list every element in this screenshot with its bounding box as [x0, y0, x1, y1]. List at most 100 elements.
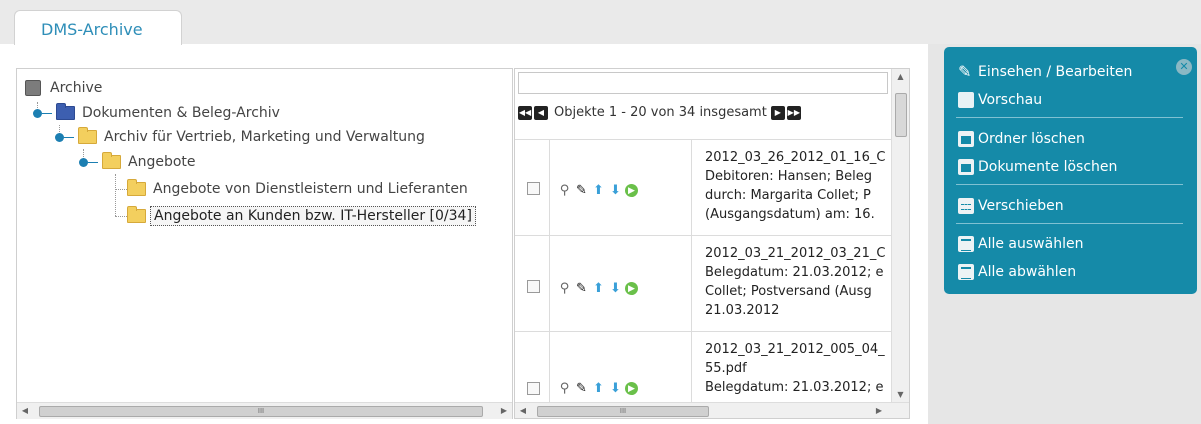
- description-line: 2012_03_26_2012_01_16_C: [705, 150, 886, 165]
- column-divider: [691, 332, 692, 404]
- collapse-toggle-icon[interactable]: [79, 157, 98, 167]
- table-row[interactable]: ⚲ ✎ ⬆ ⬇ ▶ 2012_03_26_2012_01_16_C Debitoren:…: [515, 139, 891, 236]
- edit-pen-icon[interactable]: ✎: [574, 281, 589, 296]
- tree-item-angebote-kunden[interactable]: Angebote an Kunden bzw. IT-Hersteller [0…: [117, 205, 476, 227]
- scroll-up-arrow-icon[interactable]: ▲: [892, 69, 909, 85]
- row-checkbox[interactable]: [527, 280, 540, 293]
- scroll-thumb[interactable]: [895, 93, 907, 137]
- tree-item-label: Angebote: [128, 154, 196, 170]
- move-button[interactable]: Verschieben: [958, 195, 1064, 217]
- arrow-down-icon[interactable]: ⬇: [608, 281, 623, 296]
- edit-pen-icon: ✎: [958, 62, 972, 81]
- arrow-up-icon[interactable]: ⬆: [591, 381, 606, 396]
- document-description: 2012_03_26_2012_01_16_C Debitoren: Hanse…: [705, 148, 888, 224]
- row-actions: ⚲ ✎ ⬆ ⬇ ▶: [557, 378, 640, 397]
- description-line: 2012_03_21_2012_03_21_C: [705, 246, 886, 261]
- action-label: Einsehen / Bearbeiten: [978, 64, 1133, 80]
- collapse-toggle-icon[interactable]: [33, 108, 52, 118]
- tab-dms-archive[interactable]: DMS-Archive: [14, 10, 182, 45]
- scroll-thumb[interactable]: III: [537, 406, 709, 417]
- tree-item-archiv-vertrieb[interactable]: Archiv für Vertrieb, Marketing und Verwa…: [55, 126, 428, 148]
- column-divider: [549, 332, 550, 404]
- scroll-left-arrow-icon[interactable]: ◀: [515, 403, 531, 418]
- preview-icon: [958, 92, 974, 108]
- description-line: durch: Margarita Collet; P: [705, 188, 871, 203]
- collapse-toggle-icon[interactable]: [55, 132, 74, 142]
- arrow-down-icon[interactable]: ⬇: [608, 183, 623, 198]
- tree-item-archive[interactable]: Archive: [25, 77, 105, 99]
- deselect-all-button[interactable]: Alle abwählen: [958, 261, 1076, 283]
- go-arrow-icon[interactable]: ▶: [625, 282, 638, 295]
- action-label: Vorschau: [978, 92, 1043, 108]
- list-icon: [958, 236, 974, 252]
- document-description: 2012_03_21_2012_03_21_C Belegdatum: 21.0…: [705, 244, 888, 320]
- description-line: (Ausgangsdatum) am: 16.: [705, 207, 875, 222]
- go-arrow-icon[interactable]: ▶: [625, 382, 638, 395]
- row-actions: ⚲ ✎ ⬆ ⬇ ▶: [557, 278, 640, 297]
- divider: [956, 223, 1183, 224]
- trash-icon: [958, 131, 974, 147]
- previous-page-icon[interactable]: ◀: [534, 106, 548, 120]
- tree-horizontal-scrollbar[interactable]: ◀ III ▶: [17, 402, 512, 419]
- description-line: Collet; Postversand (Ausg: [705, 284, 872, 299]
- tree-item-label: Angebote an Kunden bzw. IT-Hersteller [0…: [150, 206, 476, 226]
- search-icon[interactable]: ⚲: [557, 381, 572, 396]
- column-divider: [691, 236, 692, 332]
- folder-icon: [56, 103, 75, 120]
- action-label: Ordner löschen: [978, 131, 1085, 147]
- list-horizontal-scrollbar[interactable]: ◀ III ▶: [515, 402, 909, 418]
- pager-text: Objekte 1 - 20 von 34 insgesamt: [554, 105, 767, 120]
- row-actions: ⚲ ✎ ⬆ ⬇ ▶: [557, 180, 640, 199]
- search-icon[interactable]: ⚲: [557, 183, 572, 198]
- search-icon[interactable]: ⚲: [557, 281, 572, 296]
- tree-item-angebote-dienstleister[interactable]: Angebote von Dienstleistern und Lieferan…: [117, 178, 471, 200]
- arrow-up-icon[interactable]: ⬆: [591, 281, 606, 296]
- document-list-panel: ◀◀ ◀ Objekte 1 - 20 von 34 insgesamt ▶ ▶▶ ⚲ ✎…: [514, 68, 910, 419]
- row-checkbox[interactable]: [527, 182, 540, 195]
- row-checkbox[interactable]: [527, 382, 540, 395]
- tree-connector: [115, 174, 116, 216]
- delete-folder-button[interactable]: Ordner löschen: [958, 128, 1085, 150]
- scroll-right-arrow-icon[interactable]: ▶: [871, 403, 887, 418]
- list-vertical-scrollbar[interactable]: ▲ ▼: [891, 69, 909, 403]
- column-divider: [691, 140, 692, 236]
- tree-item-label: Archiv für Vertrieb, Marketing und Verwa…: [104, 129, 425, 145]
- arrow-down-icon[interactable]: ⬇: [608, 381, 623, 396]
- description-line: 55.pdf: [705, 361, 747, 376]
- description-line: Belegdatum: 21.03.2012; e: [705, 380, 884, 395]
- tree-item-angebote[interactable]: Angebote: [79, 151, 199, 173]
- tree-item-dokumenten-beleg-archiv[interactable]: Dokumenten & Beleg-Archiv: [33, 102, 283, 124]
- tree-item-label: Angebote von Dienstleistern und Lieferan…: [153, 181, 468, 197]
- scroll-right-arrow-icon[interactable]: ▶: [496, 403, 512, 419]
- description-line: Belegdatum: 21.03.2012; e: [705, 265, 884, 280]
- table-row[interactable]: ⚲ ✎ ⬆ ⬇ ▶ 2012_03_21_2012_005_04_ 55.pdf Bel…: [515, 331, 891, 404]
- table-row[interactable]: ⚲ ✎ ⬆ ⬇ ▶ 2012_03_21_2012_03_21_C Belegdatum…: [515, 235, 891, 332]
- preview-button[interactable]: Vorschau: [958, 89, 1042, 111]
- select-all-button[interactable]: Alle auswählen: [958, 233, 1083, 255]
- scroll-down-arrow-icon[interactable]: ▼: [892, 387, 909, 403]
- archive-icon: [25, 80, 41, 96]
- view-edit-button[interactable]: ✎ Einsehen / Bearbeiten: [958, 61, 1132, 83]
- folder-icon: [127, 206, 146, 223]
- trash-icon: [958, 159, 974, 175]
- document-description: 2012_03_21_2012_005_04_ 55.pdf Belegdatu…: [705, 340, 888, 397]
- scroll-thumb[interactable]: III: [39, 406, 483, 417]
- tree-item-label: Dokumenten & Beleg-Archiv: [82, 105, 280, 121]
- scroll-left-arrow-icon[interactable]: ◀: [17, 403, 33, 419]
- arrow-up-icon[interactable]: ⬆: [591, 183, 606, 198]
- last-page-icon[interactable]: ▶▶: [786, 106, 801, 120]
- description-line: 21.03.2012: [705, 303, 780, 318]
- list-icon: [958, 264, 974, 280]
- folder-icon: [127, 179, 146, 196]
- folder-tree-panel: Archive Dokumenten & Beleg-Archiv Archiv…: [16, 68, 513, 419]
- filter-input[interactable]: [518, 72, 888, 94]
- delete-documents-button[interactable]: Dokumente löschen: [958, 156, 1117, 178]
- edit-pen-icon[interactable]: ✎: [574, 381, 589, 396]
- close-icon[interactable]: ✕: [1176, 59, 1192, 75]
- edit-pen-icon[interactable]: ✎: [574, 183, 589, 198]
- action-menu: ✕ ✎ Einsehen / Bearbeiten Vorschau Ordner…: [944, 47, 1197, 294]
- go-arrow-icon[interactable]: ▶: [625, 184, 638, 197]
- first-page-icon[interactable]: ◀◀: [518, 106, 532, 120]
- folder-icon: [102, 152, 121, 169]
- next-page-icon[interactable]: ▶: [770, 106, 785, 120]
